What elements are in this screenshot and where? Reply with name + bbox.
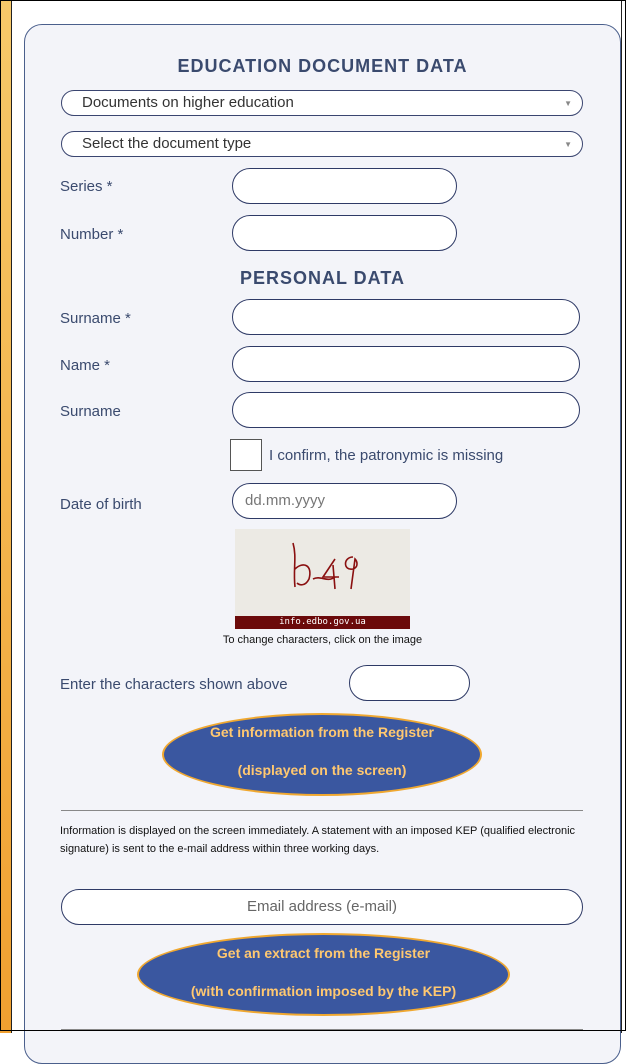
captcha-source: info.edbo.gov.ua: [235, 616, 410, 629]
right-edge: [621, 0, 628, 1033]
email-input[interactable]: Email address (e-mail): [61, 889, 583, 925]
get-information-line1: Get information from the Register: [209, 724, 435, 740]
captcha-hint: To change characters, click on the image: [222, 634, 423, 646]
get-extract-line2: (with confirmation imposed by the KEP): [190, 983, 457, 999]
divider: [61, 810, 583, 811]
chevron-down-icon: ▼: [564, 140, 572, 149]
surname-input[interactable]: [232, 299, 580, 335]
number-label: Number *: [60, 226, 124, 243]
captcha-enter-label: Enter the characters shown above: [60, 676, 288, 693]
get-information-button[interactable]: Get information from the Register (displ…: [162, 713, 482, 796]
name-label: Name *: [60, 357, 111, 374]
left-decorative-stripe: [0, 0, 12, 1033]
patronymic-missing-label: I confirm, the patronymic is missing: [269, 447, 504, 464]
name-input[interactable]: [232, 346, 580, 382]
chevron-down-icon: ▼: [564, 99, 572, 108]
email-placeholder: Email address (e-mail): [246, 898, 398, 915]
captcha-input[interactable]: [349, 665, 470, 701]
captcha-glyphs: [292, 542, 358, 590]
education-section-title: EDUCATION DOCUMENT DATA: [177, 56, 468, 76]
dob-label: Date of birth: [60, 496, 142, 513]
personal-section-title: PERSONAL DATA: [239, 268, 405, 288]
captcha-image[interactable]: info.edbo.gov.ua: [235, 529, 410, 629]
get-extract-line1: Get an extract from the Register: [216, 945, 431, 961]
patronymic-label: Surname: [60, 403, 121, 420]
series-input[interactable]: [232, 168, 457, 204]
surname-label: Surname *: [60, 310, 131, 327]
series-label: Series *: [60, 178, 113, 195]
document-level-value: Documents on higher education: [82, 94, 294, 111]
patronymic-input[interactable]: [232, 392, 580, 428]
info-text: Information is displayed on the screen i…: [60, 825, 576, 855]
number-input[interactable]: [232, 215, 457, 251]
document-level-select[interactable]: Documents on higher education ▼: [61, 90, 583, 116]
document-type-value: Select the document type: [82, 135, 252, 152]
patronymic-missing-checkbox[interactable]: [230, 439, 262, 471]
get-information-line2: (displayed on the screen): [237, 762, 407, 778]
document-type-select[interactable]: Select the document type ▼: [61, 131, 583, 157]
dob-input[interactable]: dd.mm.yyyy: [232, 483, 457, 519]
dob-placeholder: dd.mm.yyyy: [245, 492, 326, 509]
divider-bottom: [61, 1029, 583, 1030]
get-extract-button[interactable]: Get an extract from the Register (with c…: [137, 933, 510, 1016]
